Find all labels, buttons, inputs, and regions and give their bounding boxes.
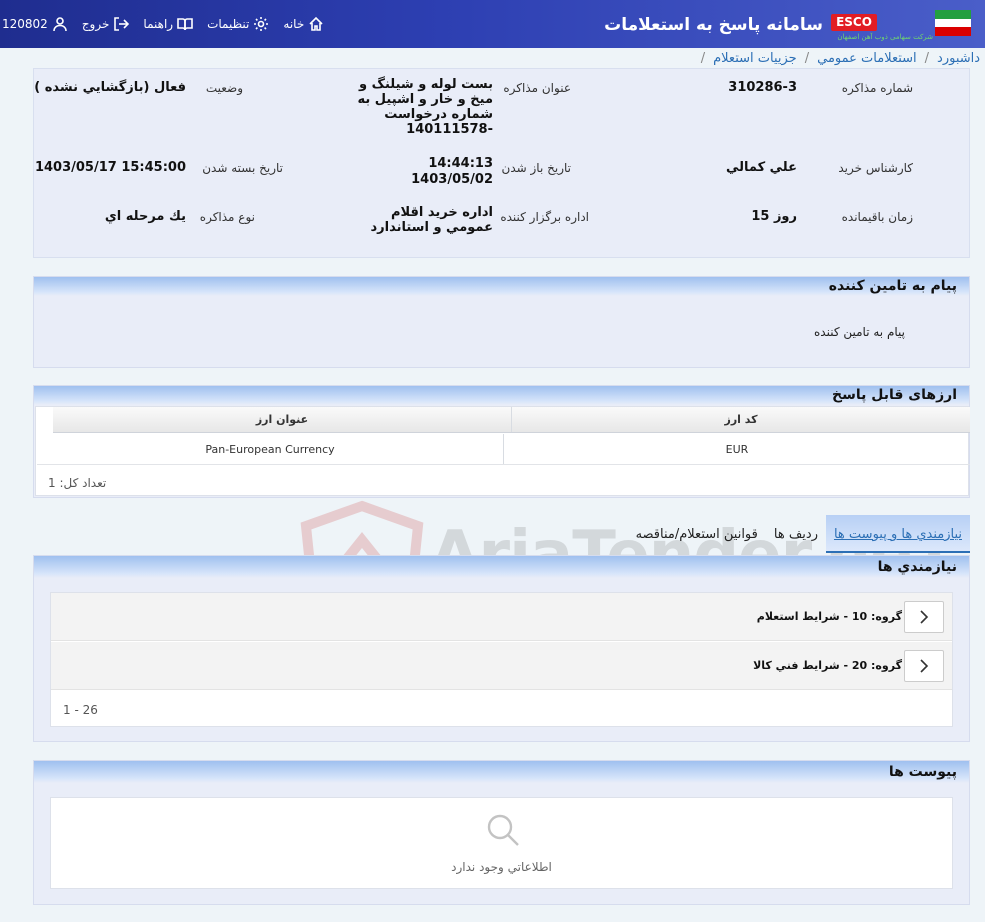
subject-label: عنوان مذاکره [503,81,571,95]
expand-button[interactable] [904,601,944,633]
column-currency-name[interactable]: عنوان ارز [53,407,511,432]
remaining-value: 15 روز [751,209,797,224]
open-date-value: 1403/05/02 [411,172,493,187]
iran-flag-icon [935,10,971,36]
currencies-section: ارزهای قابل پاسخ کد ارز عنوان ارز EUR Pa… [33,385,970,498]
currencies-title: ارزهای قابل پاسخ [34,386,969,405]
top-bar: 120802 خروج راهنما تنظیمات خانه سامانه پ… [0,0,985,48]
status-label: وضعيت [205,81,243,95]
breadcrumb-inquiry-details[interactable]: جزييات استعلام [713,51,797,66]
detail-tabs: نيازمندي ها و پيوست ها رديف ها قوانين اس… [600,515,970,553]
gear-icon [254,17,269,31]
table-row[interactable]: EUR Pan-European Currency [37,434,970,465]
supplier-message-title: پيام به تامين کننده [34,277,969,296]
tab-rows[interactable]: رديف ها [766,515,826,553]
open-time-value: 14:44:13 [428,156,493,171]
open-date-label: تاريخ باز شدن [501,161,571,175]
app-title: سامانه پاسخ به استعلامات [604,15,823,35]
number-label: شماره مذاکره [841,81,913,95]
number-value: 310286-3 [728,80,797,95]
buyer-label: کارشناس خريد [838,161,913,175]
user-icon [53,17,67,32]
tab-needs-attachments[interactable]: نيازمندي ها و پيوست ها [825,515,970,553]
supplier-message-section: پيام به تامين کننده پيام به تامين کننده [33,276,970,368]
status-value: فعال (بازگشايي نشده ) [34,80,186,95]
user-id: 120802 [2,17,48,31]
supplier-message-text: پيام به تامين کننده [814,325,905,339]
top-nav: 120802 خروج راهنما تنظیمات خانه [0,0,324,48]
user-account[interactable]: 120802 [2,16,68,32]
chevron-right-icon [920,610,929,624]
tab-rules[interactable]: قوانين استعلام/مناقصه [628,515,766,553]
organizer-value: اداره خريد اقلام عمومي و استاندارد [370,205,493,235]
subject-value: بست لوله و شيلنگ و ميخ و خار و اشپيل به … [357,77,493,137]
search-icon [487,814,519,846]
currency-name-cell: Pan-European Currency [205,443,335,456]
expand-button[interactable] [904,650,944,682]
book-icon [177,18,193,31]
list-item[interactable]: گروه: 10 - شرايط استعلام [51,593,952,641]
needs-title: نيازمندي ها [34,556,969,578]
type-label: نوع مذاکره [199,210,255,224]
home-icon [309,16,323,31]
attachments-title: پيوست ها [34,761,969,783]
needs-list: گروه: 10 - شرايط استعلام گروه: 20 - شراي… [50,592,953,727]
need-group-label: گروه: 20 - شرايط فني كالا [753,659,902,672]
settings-link[interactable]: تنظیمات [207,16,269,32]
chevron-right-icon [920,659,929,673]
empty-state-text: اطلاعاتي وجود ندارد [451,860,552,874]
currencies-total: تعداد کل: 1 [48,476,107,490]
esco-subtitle: شرکت سهامی ذوب آهن اصفهان [837,33,933,41]
help-link[interactable]: راهنما [143,16,193,32]
esco-logo: ESCO [831,14,877,31]
logout-link[interactable]: خروج [82,16,130,32]
inquiry-info-panel: شماره مذاکره 310286-3 عنوان مذاکره بست ل… [33,68,970,258]
attachments-empty-box: اطلاعاتي وجود ندارد [50,797,953,889]
breadcrumb-public-inquiries[interactable]: استعلامات عمومي [817,51,917,66]
attachments-section: پيوست ها اطلاعاتي وجود ندارد [33,760,970,905]
need-group-label: گروه: 10 - شرايط استعلام [756,610,902,623]
type-value: يك مرحله اي [104,209,186,224]
buyer-value: علي کمالي [725,160,797,175]
breadcrumb-dashboard[interactable]: ه داشبورد [937,51,985,66]
home-link[interactable]: خانه [283,16,324,32]
breadcrumb: ه داشبورد / استعلامات عمومي / جزييات است… [0,48,985,68]
currency-code-cell: EUR [503,434,970,464]
close-date-value: 1403/05/17 15:45:00 [34,160,186,175]
needs-section: نيازمندي ها گروه: 10 - شرايط استعلام گرو… [33,555,970,742]
remaining-label: زمان باقيمانده [841,210,913,224]
table-header: کد ارز عنوان ارز [53,407,970,433]
currencies-table: کد ارز عنوان ارز EUR Pan-European Curren… [35,406,970,496]
column-currency-code[interactable]: کد ارز [511,407,970,432]
pager-info: 1 - 26 [63,703,98,717]
logout-icon [114,17,130,31]
list-item[interactable]: گروه: 20 - شرايط فني كالا [51,642,952,690]
close-date-label: تاريخ بسته شدن [202,161,283,175]
organizer-label: اداره برگزار کننده [500,210,589,224]
